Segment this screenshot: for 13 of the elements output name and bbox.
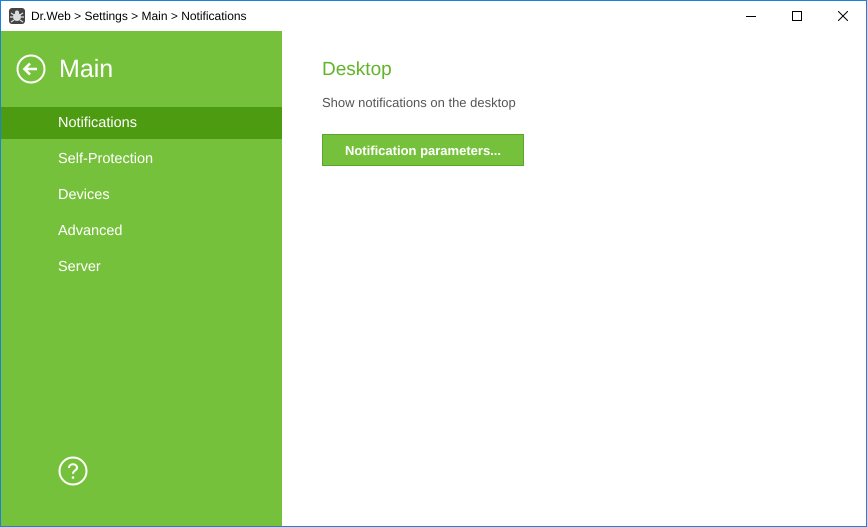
window-title: Dr.Web > Settings > Main > Notifications (31, 9, 247, 23)
sidebar-item[interactable]: Server (1, 251, 282, 283)
sidebar-item[interactable]: Devices (1, 179, 282, 211)
section-description: Show notifications on the desktop (322, 95, 516, 110)
spider-logo-icon (9, 8, 25, 24)
close-icon[interactable] (838, 11, 848, 21)
maximize-icon[interactable] (792, 11, 802, 21)
sidebar-title: Main (59, 54, 114, 84)
sidebar-item[interactable]: Advanced (1, 215, 282, 247)
sidebar-item[interactable]: Notifications (1, 107, 282, 139)
sidebar-item[interactable]: Self-Protection (1, 143, 282, 175)
section-heading: Desktop (322, 59, 392, 81)
notification-parameters-button[interactable]: Notification parameters... (322, 134, 524, 166)
